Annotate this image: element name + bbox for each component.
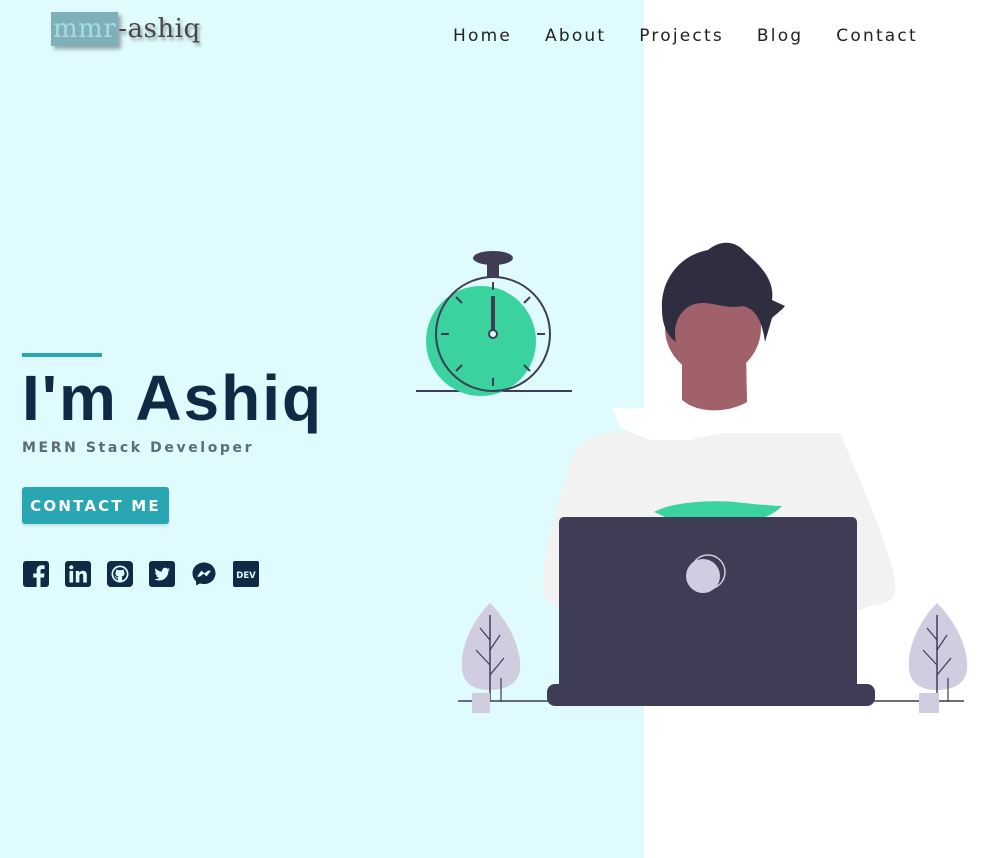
nav-contact[interactable]: Contact xyxy=(836,24,918,48)
dev-link[interactable]: DEV xyxy=(233,561,259,587)
main-nav: Home About Projects Blog Contact xyxy=(453,24,918,48)
plant-right-icon xyxy=(908,603,968,713)
messenger-icon xyxy=(192,562,216,586)
facebook-link[interactable] xyxy=(23,561,49,587)
dev-icon: DEV xyxy=(233,561,259,587)
github-icon xyxy=(107,561,133,587)
hero-accent-line xyxy=(22,353,102,357)
contact-me-button[interactable]: CONTACT ME xyxy=(22,487,169,524)
plant-left-icon xyxy=(461,603,521,713)
messenger-link[interactable] xyxy=(191,561,217,587)
hero-illustration xyxy=(416,242,968,713)
twitter-icon xyxy=(149,561,175,587)
site-logo[interactable]: mmr -ashiq xyxy=(51,12,201,46)
nav-about[interactable]: About xyxy=(545,24,606,48)
linkedin-icon xyxy=(65,561,91,587)
github-link[interactable] xyxy=(107,561,133,587)
laptop-icon xyxy=(547,517,875,706)
social-links: DEV xyxy=(23,561,275,587)
hero-subtitle: MERN Stack Developer xyxy=(22,440,255,456)
nav-home[interactable]: Home xyxy=(453,24,512,48)
twitter-link[interactable] xyxy=(149,561,175,587)
logo-boxed-text: mmr xyxy=(51,12,119,46)
hero-name: I'm Ashiq xyxy=(22,362,324,434)
nav-blog[interactable]: Blog xyxy=(757,24,803,48)
stopwatch-icon xyxy=(416,251,572,396)
logo-text: -ashiq xyxy=(118,14,201,44)
dev-badge-text: DEV xyxy=(236,571,256,581)
nav-projects[interactable]: Projects xyxy=(639,24,724,48)
facebook-icon xyxy=(23,561,49,587)
linkedin-link[interactable] xyxy=(65,561,91,587)
